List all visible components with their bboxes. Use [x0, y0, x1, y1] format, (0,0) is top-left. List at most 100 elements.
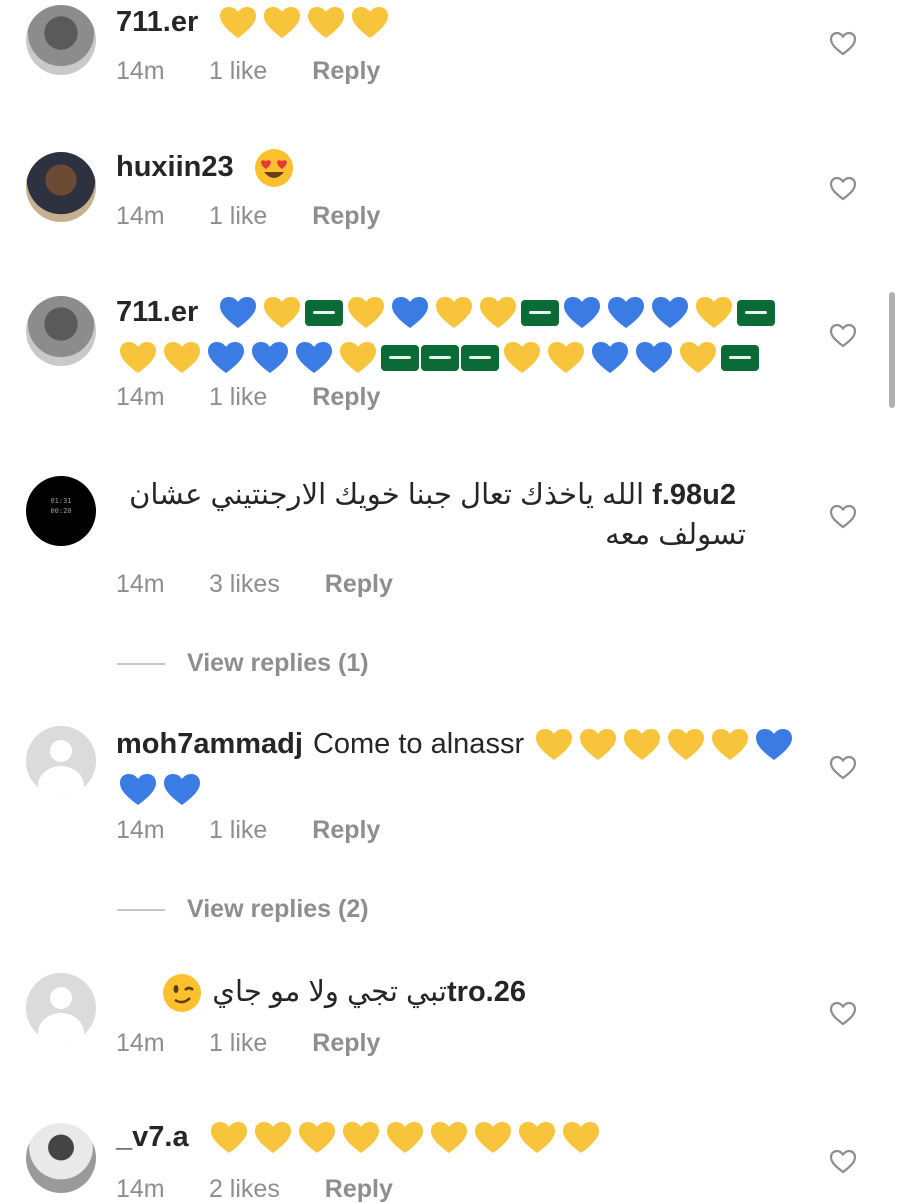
- wink-emoji: [163, 974, 202, 1013]
- comment-time: 14m: [116, 202, 165, 230]
- yellow-heart-emoji: [120, 342, 156, 374]
- yellow-heart-emoji: [430, 1122, 467, 1154]
- emoji-row: [252, 149, 296, 188]
- blue-heart-emoji: [564, 297, 601, 329]
- yellow-heart-emoji: [348, 297, 385, 329]
- yellow-heart-emoji: [264, 297, 301, 329]
- reply-button[interactable]: Reply: [312, 57, 380, 86]
- comment-text: moh7ammadj Come to alnassr: [116, 722, 806, 812]
- scrollbar[interactable]: [889, 292, 895, 408]
- yellow-heart-emoji: [580, 729, 617, 761]
- like-heart-icon[interactable]: [828, 753, 858, 783]
- avatar[interactable]: 01:31 00:20: [26, 476, 96, 546]
- yellow-heart-emoji: [340, 342, 376, 374]
- yellow-heart-emoji: [308, 7, 345, 39]
- comment-likes[interactable]: 1 like: [209, 383, 267, 412]
- yellow-heart-emoji: [504, 342, 540, 374]
- reply-button[interactable]: Reply: [312, 202, 380, 231]
- saudi-flag-emoji: [737, 300, 776, 327]
- like-heart-icon[interactable]: [828, 29, 858, 59]
- yellow-heart-emoji: [220, 7, 257, 39]
- reply-button[interactable]: Reply: [312, 816, 380, 845]
- avatar[interactable]: [26, 5, 96, 75]
- comment-username[interactable]: _v7.a: [116, 1121, 189, 1153]
- comment-username[interactable]: 711.er: [116, 6, 198, 38]
- blue-heart-emoji: [592, 342, 628, 374]
- blue-heart-emoji: [756, 729, 793, 761]
- avatar[interactable]: [26, 296, 96, 366]
- heart-eyes-emoji: [254, 149, 293, 188]
- yellow-heart-emoji: [712, 729, 749, 761]
- yellow-heart-emoji: [562, 1122, 599, 1154]
- blue-heart-emoji: [296, 342, 332, 374]
- divider-line: [117, 909, 165, 912]
- comment-likes[interactable]: 3 likes: [209, 570, 280, 599]
- comment-text: f.98u2 الله ياخذك تعال جبنا خويك الارجنت…: [116, 475, 746, 555]
- comment-text: 711.er: [116, 0, 806, 45]
- like-heart-icon[interactable]: [828, 174, 858, 204]
- comment-meta: 14m 1 like Reply: [116, 202, 380, 231]
- avatar[interactable]: [26, 1123, 96, 1193]
- comment-body: تبي تجي ولا مو جاي: [212, 976, 448, 1008]
- comment-text: 711.er: [116, 290, 796, 380]
- yellow-heart-emoji: [164, 342, 200, 374]
- comment-text: huxiin23: [116, 145, 806, 190]
- saudi-flag-emoji: [461, 345, 499, 372]
- view-replies-button[interactable]: View replies (1): [117, 649, 369, 678]
- yellow-heart-emoji: [436, 297, 473, 329]
- blue-heart-emoji: [208, 342, 244, 374]
- yellow-heart-emoji: [480, 297, 517, 329]
- like-heart-icon[interactable]: [828, 502, 858, 532]
- comment-likes[interactable]: 1 like: [209, 57, 267, 86]
- blue-heart-emoji: [608, 297, 645, 329]
- comment-likes[interactable]: 1 like: [209, 202, 267, 231]
- view-replies-button[interactable]: View replies (2): [117, 895, 369, 924]
- emoji-row: [216, 6, 392, 39]
- emoji-row: [160, 974, 204, 1013]
- comment-likes[interactable]: 1 like: [209, 816, 267, 845]
- comment-time: 14m: [116, 570, 165, 598]
- emoji-row: [207, 1121, 603, 1154]
- reply-button[interactable]: Reply: [325, 570, 393, 599]
- saudi-flag-emoji: [305, 300, 344, 327]
- avatar[interactable]: [26, 726, 96, 796]
- blue-heart-emoji: [120, 774, 156, 806]
- blue-heart-emoji: [252, 342, 288, 374]
- saudi-flag-emoji: [521, 300, 560, 327]
- saudi-flag-emoji: [721, 345, 759, 372]
- comment-text: _v7.a: [116, 1115, 806, 1160]
- comment-meta: 14m 1 like Reply: [116, 1029, 380, 1058]
- yellow-heart-emoji: [352, 7, 389, 39]
- yellow-heart-emoji: [254, 1122, 291, 1154]
- yellow-heart-emoji: [536, 729, 573, 761]
- avatar-clock-text: 01:31: [50, 497, 72, 505]
- comment-username[interactable]: tro.26: [447, 976, 526, 1008]
- like-heart-icon[interactable]: [828, 321, 858, 351]
- reply-button[interactable]: Reply: [312, 383, 380, 412]
- yellow-heart-emoji: [298, 1122, 335, 1154]
- reply-button[interactable]: Reply: [312, 1029, 380, 1058]
- blue-heart-emoji: [220, 297, 257, 329]
- yellow-heart-emoji: [548, 342, 584, 374]
- comment-body: Come to alnassr: [312, 728, 525, 760]
- blue-heart-emoji: [164, 774, 200, 806]
- saudi-flag-emoji: [421, 345, 459, 372]
- comment-likes[interactable]: 1 like: [209, 1029, 267, 1058]
- yellow-heart-emoji: [668, 729, 705, 761]
- comment-meta: 14m 1 like Reply: [116, 57, 380, 86]
- like-heart-icon[interactable]: [828, 999, 858, 1029]
- comment-username[interactable]: moh7ammadj: [116, 728, 303, 760]
- comment-username[interactable]: f.98u2: [652, 479, 736, 511]
- comment-time: 14m: [116, 816, 165, 844]
- yellow-heart-emoji: [386, 1122, 423, 1154]
- yellow-heart-emoji: [680, 342, 716, 374]
- avatar[interactable]: [26, 152, 96, 222]
- yellow-heart-emoji: [624, 729, 661, 761]
- avatar[interactable]: [26, 973, 96, 1043]
- comment-username[interactable]: huxiin23: [116, 151, 234, 183]
- comment-username[interactable]: 711.er: [116, 296, 198, 328]
- yellow-heart-emoji: [210, 1122, 247, 1154]
- emoji-row: [116, 296, 776, 374]
- avatar-clock-text: 00:20: [50, 507, 72, 515]
- like-heart-icon[interactable]: [828, 1147, 858, 1177]
